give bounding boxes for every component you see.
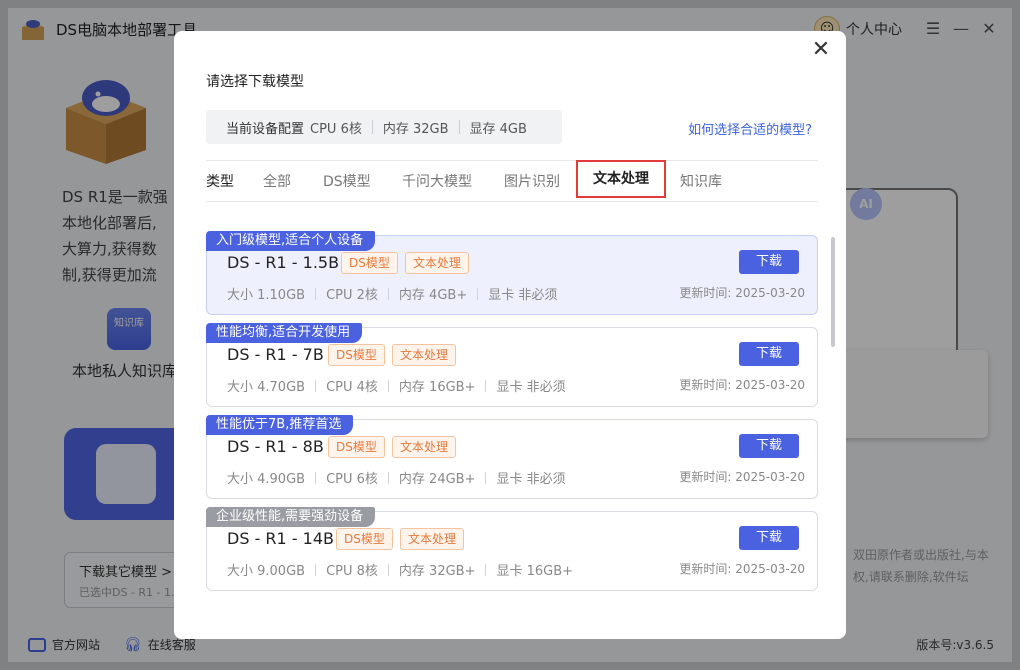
model-cpu: CPU 4核: [326, 380, 378, 395]
download-button[interactable]: 下载: [739, 250, 799, 274]
model-gpu: 显卡 非必须: [496, 380, 566, 395]
tabs-type-label: 类型: [206, 174, 234, 190]
dialog-title: 请选择下载模型: [206, 74, 304, 90]
device-gpu: 显存 4GB: [469, 121, 527, 137]
tab-knowledge-base[interactable]: 知识库: [680, 171, 722, 191]
model-tag: DS模型: [328, 344, 385, 366]
model-size: 大小 4.70GB: [227, 380, 306, 395]
model-name: DS - R1 - 8B: [227, 437, 324, 456]
divider: [315, 379, 317, 392]
modal-close-icon[interactable]: ✕: [810, 39, 832, 61]
model-specs: 大小 1.10GB CPU 2核 内存 4GB+ 显卡 非必须: [227, 284, 557, 303]
model-specs: 大小 9.00GB CPU 8核 内存 32GB+ 显卡 16GB+: [227, 560, 573, 579]
model-tag: DS模型: [341, 252, 398, 274]
model-tag: 文本处理: [392, 436, 457, 458]
model-name: DS - R1 - 7B: [227, 345, 324, 364]
divider: [477, 287, 479, 300]
model-name: DS - R1 - 14B: [227, 529, 334, 548]
model-memory: 内存 16GB+: [398, 380, 476, 395]
device-cpu: CPU 6核: [310, 121, 362, 137]
list-scrollbar[interactable]: [831, 237, 835, 347]
divider: [315, 471, 317, 484]
how-to-choose-link[interactable]: 如何选择合适的模型?: [688, 119, 812, 138]
divider: [387, 287, 389, 300]
model-memory: 内存 32GB+: [398, 564, 476, 579]
tab-qwen[interactable]: 千问大模型: [402, 171, 472, 191]
model-card-8b[interactable]: 性能优于7B,推荐首选 DS - R1 - 8B DS模型 文本处理 大小 4.…: [206, 415, 818, 499]
model-ribbon: 性能均衡,适合开发使用: [206, 323, 363, 343]
model-update-time: 更新时间: 2025-03-20: [679, 470, 805, 484]
model-update-time: 更新时间: 2025-03-20: [679, 378, 805, 392]
divider: [387, 471, 389, 484]
divider: [371, 120, 373, 134]
device-config-label: 当前设备配置: [226, 121, 305, 137]
divider: [485, 471, 487, 484]
model-ribbon: 入门级模型,适合个人设备: [206, 231, 376, 251]
divider: [485, 379, 487, 392]
divider: [387, 563, 389, 576]
tab-image-recognition[interactable]: 图片识别: [504, 171, 560, 191]
model-tag: 文本处理: [405, 252, 470, 274]
divider: [315, 563, 317, 576]
model-tag: DS模型: [336, 528, 393, 550]
model-update-time: 更新时间: 2025-03-20: [679, 286, 805, 300]
model-tag: 文本处理: [400, 528, 465, 550]
device-config: 当前设备配置 CPU 6核 内存 32GB 显存 4GB: [206, 110, 562, 144]
model-gpu: 显卡 非必须: [496, 472, 566, 487]
model-memory: 内存 4GB+: [398, 288, 468, 303]
model-cpu: CPU 2核: [326, 288, 378, 303]
device-memory: 内存 32GB: [382, 121, 449, 137]
tab-ds-model[interactable]: DS模型: [323, 171, 371, 191]
model-card-1.5b[interactable]: 入门级模型,适合个人设备 DS - R1 - 1.5B DS模型 文本处理 大小…: [206, 231, 818, 315]
download-button[interactable]: 下载: [739, 526, 799, 550]
model-card-7b[interactable]: 性能均衡,适合开发使用 DS - R1 - 7B DS模型 文本处理 大小 4.…: [206, 323, 818, 407]
model-tag: DS模型: [328, 436, 385, 458]
model-gpu: 显卡 非必须: [488, 288, 558, 303]
model-ribbon: 企业级性能,需要强劲设备: [206, 507, 376, 527]
model-ribbon: 性能优于7B,推荐首选: [206, 415, 354, 435]
model-name: DS - R1 - 1.5B: [227, 253, 340, 272]
divider: [485, 563, 487, 576]
download-button[interactable]: 下载: [739, 342, 799, 366]
model-update-time: 更新时间: 2025-03-20: [679, 562, 805, 576]
model-memory: 内存 24GB+: [398, 472, 476, 487]
model-specs: 大小 4.70GB CPU 4核 内存 16GB+ 显卡 非必须: [227, 376, 566, 395]
tab-all[interactable]: 全部: [263, 171, 291, 191]
divider: [206, 201, 818, 202]
model-gpu: 显卡 16GB+: [496, 564, 574, 579]
model-tag: 文本处理: [392, 344, 457, 366]
model-select-dialog: ✕ 请选择下载模型 当前设备配置 CPU 6核 内存 32GB 显存 4GB 如…: [174, 31, 846, 639]
model-cpu: CPU 6核: [326, 472, 378, 487]
divider: [387, 379, 389, 392]
divider: [206, 160, 818, 161]
model-size: 大小 4.90GB: [227, 472, 306, 487]
divider: [315, 287, 317, 300]
model-cpu: CPU 8核: [326, 564, 378, 579]
model-card-14b[interactable]: 企业级性能,需要强劲设备 DS - R1 - 14B DS模型 文本处理 大小 …: [206, 507, 818, 591]
model-specs: 大小 4.90GB CPU 6核 内存 24GB+ 显卡 非必须: [227, 468, 566, 487]
model-size: 大小 1.10GB: [227, 288, 306, 303]
divider: [458, 120, 460, 134]
model-size: 大小 9.00GB: [227, 564, 306, 579]
download-button[interactable]: 下载: [739, 434, 799, 458]
tab-text-processing[interactable]: 文本处理: [576, 160, 666, 198]
